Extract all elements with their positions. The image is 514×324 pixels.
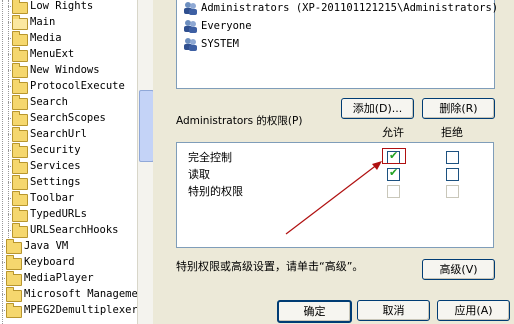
folder-icon	[6, 239, 22, 254]
tree-item-label: Security	[30, 144, 81, 156]
tree-item-label: Low Rights	[30, 0, 94, 12]
registry-tree[interactable]: Low Rights Main Media MenuExt New Windows Pro…	[0, 0, 153, 324]
advanced-note: 特别权限或高级设置，请单击“高级”。	[176, 260, 364, 273]
tree-item-label: SearchUrl	[30, 128, 87, 140]
folder-icon	[12, 175, 28, 190]
folder-icon	[12, 79, 28, 94]
tree-connector-line	[8, 0, 9, 246]
tree-item-label: Toolbar	[30, 192, 75, 204]
tree-scrollbar[interactable]	[137, 0, 153, 324]
tree-item-label: Keyboard	[24, 256, 75, 268]
folder-icon	[12, 47, 28, 62]
tree-item-label: MenuExt	[30, 48, 75, 60]
tree-item-label: Services	[30, 160, 81, 172]
permissions-dialog: Administrators (XP-201101121215\Administ…	[154, 0, 514, 324]
folder-icon	[12, 223, 28, 238]
folder-icon	[12, 207, 28, 222]
folder-open-icon	[12, 15, 28, 30]
tree-item-label: TypedURLs	[30, 208, 87, 220]
folder-icon	[12, 143, 28, 158]
tree-item-label: Microsoft Management C	[24, 288, 153, 300]
tree-item-label: MediaPlayer	[24, 272, 94, 284]
dialog-button-bar: 确定 取消 应用(A)	[154, 292, 514, 324]
folder-icon	[12, 191, 28, 206]
tree-item-label: Java VM	[24, 240, 69, 252]
advanced-button[interactable]: 高级(V)	[422, 259, 495, 280]
apply-button[interactable]: 应用(A)	[437, 300, 510, 321]
tree-item-label: Main	[30, 16, 56, 28]
tree-item-label: Settings	[30, 176, 81, 188]
tree-connector-line	[2, 0, 3, 324]
folder-icon	[12, 111, 28, 126]
folder-icon	[6, 303, 22, 318]
folder-icon	[12, 127, 28, 142]
tree-item-label: Media	[30, 32, 62, 44]
folder-icon	[12, 95, 28, 110]
tree-scrollbar-thumb[interactable]	[139, 90, 153, 162]
tree-item-label: Search	[30, 96, 68, 108]
cancel-button[interactable]: 取消	[357, 300, 430, 321]
tree-item-label: New Windows	[30, 64, 100, 76]
folder-icon	[6, 271, 22, 286]
folder-icon	[12, 31, 28, 46]
ok-button[interactable]: 确定	[277, 300, 352, 323]
folder-icon	[12, 0, 28, 14]
folder-icon	[6, 255, 22, 270]
tree-item-label: SearchScopes	[30, 112, 106, 124]
folder-icon	[12, 63, 28, 78]
tree-item-label: URLSearchHooks	[30, 224, 119, 236]
tree-item-label: MPEG2Demultiplexer	[24, 304, 138, 316]
tree-item-label: ProtocolExecute	[30, 80, 125, 92]
folder-icon	[6, 287, 22, 302]
folder-icon	[12, 159, 28, 174]
